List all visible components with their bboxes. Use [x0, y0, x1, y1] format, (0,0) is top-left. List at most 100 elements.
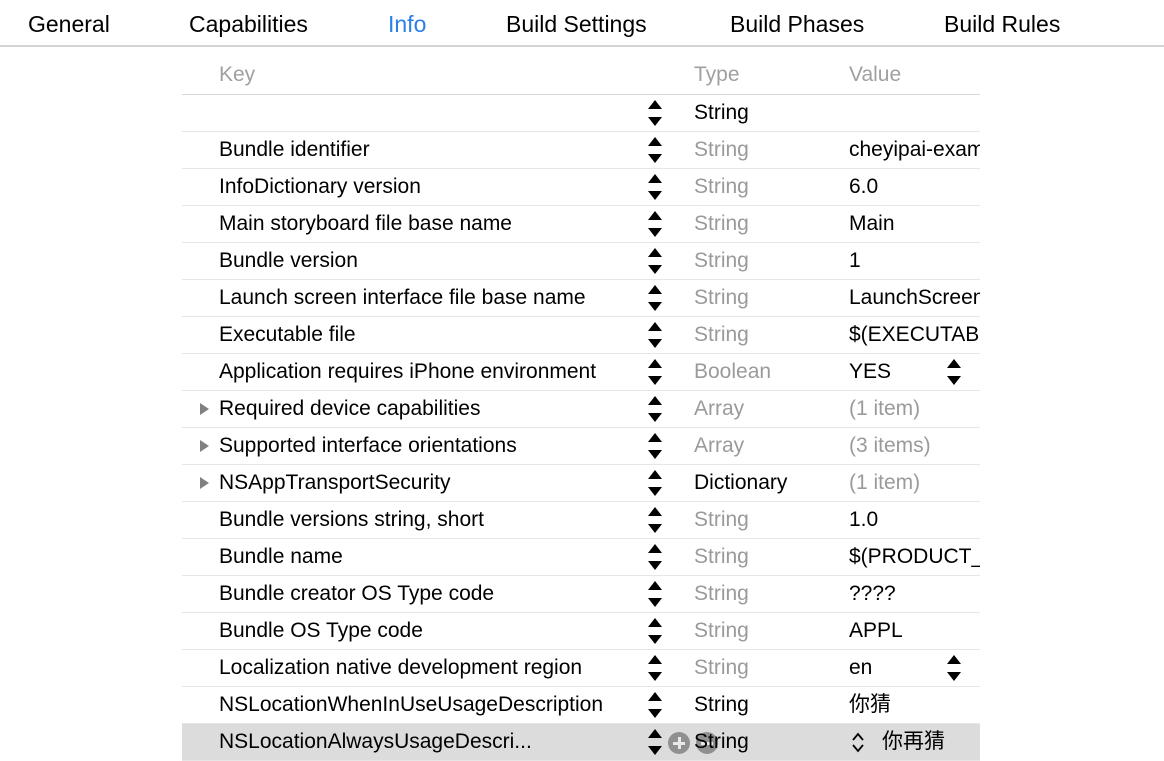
column-header-type[interactable]: Type	[694, 62, 740, 88]
key-stepper[interactable]	[648, 137, 662, 164]
row-type-cell[interactable]: String	[694, 173, 749, 201]
row-key-cell[interactable]: Bundle version	[219, 247, 644, 275]
table-row[interactable]: Application requires iPhone environment B…	[182, 354, 980, 391]
row-type-cell[interactable]: String	[694, 543, 749, 571]
row-type-cell[interactable]: Dictionary	[694, 469, 787, 497]
tab-build-settings[interactable]: Build Settings	[506, 10, 647, 38]
table-row[interactable]: NSLocationAlwaysUsageDescri... String 你再猜	[182, 724, 980, 761]
row-value-cell[interactable]: cheyipai-example	[849, 136, 980, 164]
table-row[interactable]: Required device capabilities Array (1 item…	[182, 391, 980, 428]
row-key-cell[interactable]: Executable file	[219, 321, 644, 349]
tab-capabilities[interactable]: Capabilities	[189, 10, 308, 38]
row-key-cell[interactable]: Required device capabilities	[219, 395, 644, 423]
row-key-cell[interactable]: Launch screen interface file base name	[219, 284, 644, 312]
row-type-cell[interactable]: String	[694, 617, 749, 645]
value-chevron-stepper-icon[interactable]	[850, 730, 866, 755]
row-key-cell[interactable]: Bundle OS Type code	[219, 617, 644, 645]
table-row[interactable]: Supported interface orientations Array (3 …	[182, 428, 980, 465]
table-row[interactable]: Launch screen interface file base name St…	[182, 280, 980, 317]
row-value-cell[interactable]: $(EXECUTABLE_NAME)	[849, 321, 980, 349]
table-row[interactable]: String	[182, 95, 980, 132]
row-value-cell[interactable]: 6.0	[849, 173, 980, 201]
key-stepper[interactable]	[648, 618, 662, 645]
key-stepper[interactable]	[648, 581, 662, 608]
table-row[interactable]: Localization native development region St…	[182, 650, 980, 687]
row-value-cell[interactable]: LaunchScreen	[849, 284, 980, 312]
row-type-cell[interactable]: String	[694, 728, 749, 756]
row-key-cell[interactable]: Supported interface orientations	[219, 432, 644, 460]
row-value-cell[interactable]: Main	[849, 210, 980, 238]
key-stepper[interactable]	[648, 544, 662, 571]
row-key-cell[interactable]: NSLocationWhenInUseUsageDescription	[219, 691, 644, 719]
tab-build-rules[interactable]: Build Rules	[944, 10, 1060, 38]
row-type-cell[interactable]: String	[694, 654, 749, 682]
key-stepper[interactable]	[648, 692, 662, 719]
table-row[interactable]: Executable file String $(EXECUTABLE_NAME)	[182, 317, 980, 354]
row-value-cell[interactable]: (3 items)	[849, 432, 980, 460]
row-type-cell[interactable]: String	[694, 321, 749, 349]
table-row[interactable]: InfoDictionary version String 6.0	[182, 169, 980, 206]
key-stepper[interactable]	[648, 211, 662, 238]
row-value-cell[interactable]: (1 item)	[849, 395, 980, 423]
tab-general[interactable]: General	[28, 10, 110, 38]
row-value-cell[interactable]: 你再猜	[882, 728, 980, 756]
table-row[interactable]: Main storyboard file base name String Main	[182, 206, 980, 243]
key-stepper[interactable]	[648, 100, 662, 127]
disclosure-triangle-icon[interactable]	[200, 403, 209, 415]
row-type-cell[interactable]: String	[694, 284, 749, 312]
row-value-cell[interactable]: APPL	[849, 617, 980, 645]
value-stepper[interactable]	[947, 359, 961, 386]
table-row[interactable]: Bundle creator OS Type code String????	[182, 576, 980, 613]
row-value-cell[interactable]: ????	[849, 580, 980, 608]
key-stepper[interactable]	[648, 729, 662, 756]
tab-info[interactable]: Info	[388, 10, 426, 38]
row-value-cell[interactable]: 1	[849, 247, 980, 275]
column-header-value[interactable]: Value	[849, 62, 901, 88]
row-type-cell[interactable]: String	[694, 136, 749, 164]
row-key-cell[interactable]: NSAppTransportSecurity	[219, 469, 644, 497]
row-key-cell[interactable]: Bundle versions string, short	[219, 506, 644, 534]
column-header-key[interactable]: Key	[219, 62, 255, 88]
row-value-cell[interactable]: 你猜	[849, 691, 980, 719]
row-type-cell[interactable]: Array	[694, 432, 744, 460]
row-type-cell[interactable]: String	[694, 210, 749, 238]
plus-icon[interactable]	[668, 732, 690, 754]
table-row[interactable]: Bundle nameString$(PRODUCT_NAME)	[182, 539, 980, 576]
table-row[interactable]: NSLocationWhenInUseUsageDescription Strin…	[182, 687, 980, 724]
row-key-cell[interactable]: NSLocationAlwaysUsageDescri...	[219, 728, 644, 756]
row-type-cell[interactable]: String	[694, 506, 749, 534]
row-key-cell[interactable]: Bundle identifier	[219, 136, 644, 164]
table-row[interactable]: Bundle version String 1	[182, 243, 980, 280]
key-stepper[interactable]	[648, 396, 662, 423]
row-value-cell[interactable]: (1 item)	[849, 469, 980, 497]
table-row[interactable]: Bundle OS Type code String APPL	[182, 613, 980, 650]
row-type-cell[interactable]: String	[694, 247, 749, 275]
table-row[interactable]: Bundle versions string, short String 1.0	[182, 502, 980, 539]
key-stepper[interactable]	[648, 285, 662, 312]
key-stepper[interactable]	[648, 655, 662, 682]
row-type-cell[interactable]: String	[694, 691, 749, 719]
key-stepper[interactable]	[648, 507, 662, 534]
disclosure-triangle-icon[interactable]	[200, 440, 209, 452]
table-row[interactable]: NSAppTransportSecurity Dictionary (1 item)	[182, 465, 980, 502]
row-type-cell[interactable]: Array	[694, 395, 744, 423]
disclosure-triangle-icon[interactable]	[200, 477, 209, 489]
key-stepper[interactable]	[648, 359, 662, 386]
key-stepper[interactable]	[648, 174, 662, 201]
row-key-cell[interactable]: Main storyboard file base name	[219, 210, 644, 238]
row-value-cell[interactable]: $(PRODUCT_NAME)	[849, 543, 980, 571]
row-key-cell[interactable]: InfoDictionary version	[219, 173, 644, 201]
row-key-cell[interactable]: Localization native development region	[219, 654, 644, 682]
key-stepper[interactable]	[648, 248, 662, 275]
row-key-cell[interactable]: Application requires iPhone environment	[219, 358, 644, 386]
row-key-cell[interactable]: Bundle creator OS Type code	[219, 580, 644, 608]
key-stepper[interactable]	[648, 322, 662, 349]
value-stepper[interactable]	[947, 655, 961, 682]
tab-build-phases[interactable]: Build Phases	[730, 10, 864, 38]
row-type-cell[interactable]: String	[694, 99, 749, 127]
row-value-cell[interactable]: 1.0	[849, 506, 980, 534]
key-stepper[interactable]	[648, 433, 662, 460]
key-stepper[interactable]	[648, 470, 662, 497]
row-type-cell[interactable]: String	[694, 580, 749, 608]
row-type-cell[interactable]: Boolean	[694, 358, 771, 386]
